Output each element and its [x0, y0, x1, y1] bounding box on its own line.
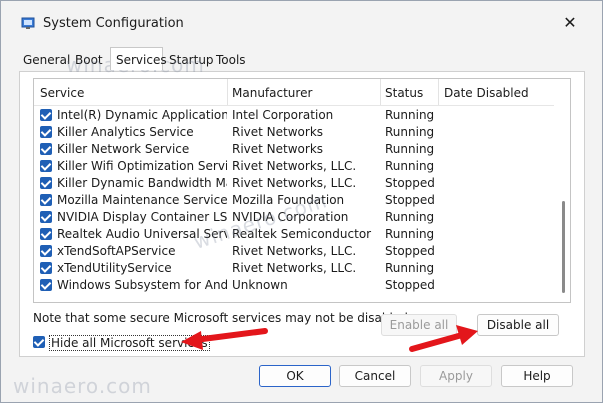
column-divider[interactable] [227, 79, 228, 105]
service-name: xTendSoftAPService [57, 244, 176, 258]
window-title: System Configuration [43, 16, 184, 31]
row-checkbox[interactable] [40, 211, 52, 223]
service-name: Realtek Audio Universal Service [57, 227, 227, 241]
row-checkbox[interactable] [40, 177, 52, 189]
service-manufacturer: Realtek Semiconductor [232, 227, 372, 241]
title-bar: System Configuration ✕ [1, 1, 602, 47]
watermark: winaero.com [13, 374, 152, 398]
column-header-status[interactable]: Status [385, 86, 423, 100]
service-status: Running [385, 125, 435, 139]
service-status: Stopped [385, 193, 435, 207]
red-arrow-icon [181, 328, 268, 350]
hide-microsoft-services-checkbox[interactable] [33, 336, 45, 348]
table-row[interactable]: xTendUtilityService Rivet Networks, LLC.… [34, 260, 554, 277]
services-list-header: Service Manufacturer Status Date Disable… [34, 79, 554, 106]
row-checkbox[interactable] [40, 126, 52, 138]
column-divider[interactable] [438, 79, 439, 105]
table-row[interactable]: Mozilla Maintenance Service Mozilla Foun… [34, 192, 554, 209]
service-manufacturer: Unknown [232, 278, 288, 292]
service-manufacturer: Rivet Networks [232, 142, 324, 156]
table-row[interactable]: xTendSoftAPService Rivet Networks, LLC. … [34, 243, 554, 260]
tab-services[interactable]: Services [110, 47, 167, 70]
service-name: xTendUtilityService [57, 261, 172, 275]
close-icon[interactable]: ✕ [560, 13, 580, 33]
row-checkbox[interactable] [40, 109, 52, 121]
table-row[interactable]: Killer Network Service Rivet Networks Ru… [34, 141, 554, 158]
apply-button[interactable]: Apply [420, 365, 492, 387]
row-checkbox[interactable] [40, 143, 52, 155]
table-row[interactable]: Killer Wifi Optimization Service Rivet N… [34, 158, 554, 175]
service-status: Stopped [385, 176, 435, 190]
service-status: Stopped [385, 244, 435, 258]
row-checkbox[interactable] [40, 160, 52, 172]
table-row[interactable]: Intel(R) Dynamic Application Loa... Inte… [34, 107, 554, 124]
table-row[interactable]: Killer Dynamic Bandwidth Manag... Rivet … [34, 175, 554, 192]
system-configuration-window: System Configuration ✕ General Boot Serv… [0, 0, 603, 403]
tab-boot[interactable]: Boot [70, 50, 108, 70]
row-checkbox[interactable] [40, 245, 52, 257]
column-divider[interactable] [380, 79, 381, 105]
service-status: Running [385, 108, 435, 122]
service-name: Windows Subsystem for Android™ [57, 278, 227, 292]
service-status: Running [385, 142, 435, 156]
service-manufacturer: Rivet Networks, LLC. [232, 159, 357, 173]
row-checkbox[interactable] [40, 228, 52, 240]
service-status: Stopped [385, 278, 435, 292]
service-manufacturer: Mozilla Foundation [232, 193, 345, 207]
service-manufacturer: Rivet Networks, LLC. [232, 244, 357, 258]
service-manufacturer: Rivet Networks, LLC. [232, 261, 357, 275]
vertical-scrollbar[interactable] [560, 81, 568, 300]
service-manufacturer: Rivet Networks, LLC. [232, 176, 357, 190]
tab-general[interactable]: General [18, 50, 75, 70]
service-name: Mozilla Maintenance Service [57, 193, 227, 207]
row-checkbox[interactable] [40, 279, 52, 291]
help-button[interactable]: Help [501, 365, 573, 387]
table-row[interactable]: Realtek Audio Universal Service Realtek … [34, 226, 554, 243]
red-arrow-icon [409, 325, 478, 352]
service-manufacturer: NVIDIA Corporation [232, 210, 349, 224]
cancel-button[interactable]: Cancel [339, 365, 411, 387]
disable-all-button[interactable]: Disable all [477, 314, 559, 336]
scrollbar-thumb[interactable] [562, 201, 565, 293]
service-name: Killer Network Service [57, 142, 190, 156]
service-name: Killer Dynamic Bandwidth Manag... [57, 176, 227, 190]
tab-tools[interactable]: Tools [211, 50, 251, 70]
column-header-manufacturer[interactable]: Manufacturer [232, 86, 312, 100]
service-name: Killer Wifi Optimization Service [57, 159, 227, 173]
service-status: Running [385, 261, 435, 275]
services-panel: Service Manufacturer Status Date Disable… [19, 71, 585, 357]
services-list[interactable]: Service Manufacturer Status Date Disable… [33, 78, 571, 303]
column-header-service[interactable]: Service [40, 86, 84, 100]
table-row[interactable]: Killer Analytics Service Rivet Networks … [34, 124, 554, 141]
row-checkbox[interactable] [40, 194, 52, 206]
service-name: Intel(R) Dynamic Application Loa... [57, 108, 227, 122]
service-name: NVIDIA Display Container LS [57, 210, 227, 224]
system-configuration-icon [21, 17, 35, 29]
service-manufacturer: Intel Corporation [232, 108, 334, 122]
service-manufacturer: Rivet Networks [232, 125, 324, 139]
ok-button[interactable]: OK [259, 365, 331, 387]
row-checkbox[interactable] [40, 262, 52, 274]
service-name: Killer Analytics Service [57, 125, 194, 139]
service-status: Running [385, 227, 435, 241]
service-status: Running [385, 210, 435, 224]
column-header-date-disabled[interactable]: Date Disabled [444, 86, 529, 100]
service-status: Running [385, 159, 435, 173]
table-row[interactable]: Windows Subsystem for Android™ Unknown S… [34, 277, 554, 294]
table-row[interactable]: NVIDIA Display Container LS NVIDIA Corpo… [34, 209, 554, 226]
